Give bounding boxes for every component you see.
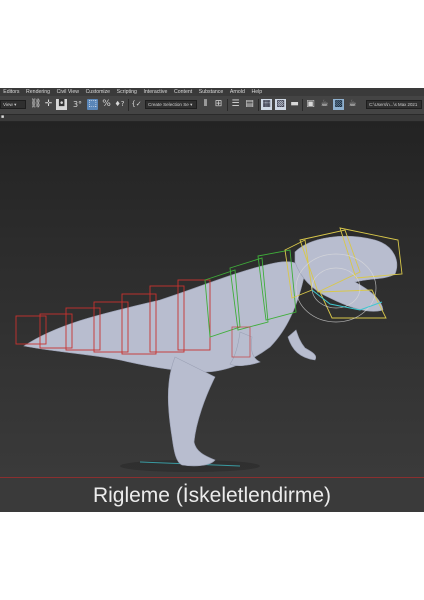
select-region-icon[interactable]: ⬚ [87, 99, 98, 110]
select-object-icon[interactable]: ◘ [56, 99, 67, 110]
align-icon[interactable]: ⊞ [213, 99, 224, 110]
menu-civil-view[interactable]: Civil View [53, 88, 82, 96]
menu-content[interactable]: Content [171, 88, 196, 96]
main-toolbar: View ▾ ⛓ ✛ ◘ 3° ⬚ % ♦? {✓ Create Selecti… [0, 96, 424, 115]
trex-foot [287, 329, 317, 361]
3ds-max-window: Editors Rendering Civil View Customize S… [0, 88, 424, 512]
schematic-view-icon[interactable]: ▧ [275, 99, 286, 110]
toolbar-separator [258, 99, 259, 111]
ribbon-toggle-icon[interactable]: ■ [1, 115, 7, 120]
menu-rendering[interactable]: Rendering [23, 88, 54, 96]
curve-editor-icon[interactable]: ▦ [261, 99, 272, 110]
ribbon-strip: ■ [0, 115, 424, 122]
menu-arnold[interactable]: Arnold [227, 88, 249, 96]
angle-snap-icon[interactable]: 3° [72, 99, 83, 110]
trex-leg [167, 356, 216, 467]
selection-set-dropdown[interactable]: Create Selection Se ▾ [145, 100, 197, 109]
project-path-field[interactable]: C:\Users\n...\s Max 2021 [366, 100, 422, 109]
caption-text: Rigleme (İskeletlendirme) [92, 484, 332, 507]
render-setup-icon[interactable]: ▣ [305, 99, 316, 110]
percent-snap-icon[interactable]: % [101, 99, 112, 110]
menu-help[interactable]: Help [248, 88, 265, 96]
view-dropdown-label: View [3, 102, 13, 107]
viewport-scene [15, 227, 403, 472]
selection-set-label: Create Selection Se [148, 102, 189, 107]
menu-scripting[interactable]: Scripting [113, 88, 140, 96]
render-production-icon[interactable]: ☕ [347, 99, 358, 110]
render-icon[interactable]: ▩ [333, 99, 344, 110]
edit-named-selection-icon[interactable]: {✓ [131, 99, 142, 110]
move-icon[interactable]: ✛ [43, 99, 54, 110]
ribbon-icon[interactable]: ▤ [244, 99, 255, 110]
view-dropdown[interactable]: View ▾ [0, 100, 26, 109]
menu-customize[interactable]: Customize [82, 88, 113, 96]
layer-explorer-icon[interactable]: ☰ [230, 99, 241, 110]
mirror-icon[interactable]: ⫴ [200, 99, 211, 110]
link-icon[interactable]: ⛓ [30, 99, 41, 110]
menu-interactive[interactable]: Interactive [140, 88, 171, 96]
material-editor-icon[interactable]: ▬ [289, 99, 300, 110]
render-frame-icon[interactable]: ☕ [319, 99, 330, 110]
trex-model [23, 235, 398, 467]
menu-editors[interactable]: Editors [0, 88, 23, 96]
toolbar-separator [302, 99, 303, 111]
perspective-viewport[interactable] [0, 122, 424, 477]
caption-banner: Rigleme (İskeletlendirme) [0, 477, 424, 512]
toolbar-separator [227, 99, 228, 111]
toolbar-separator [128, 99, 129, 111]
spinner-snap-icon[interactable]: ♦? [114, 99, 125, 110]
menu-substance[interactable]: Substance [195, 88, 226, 96]
